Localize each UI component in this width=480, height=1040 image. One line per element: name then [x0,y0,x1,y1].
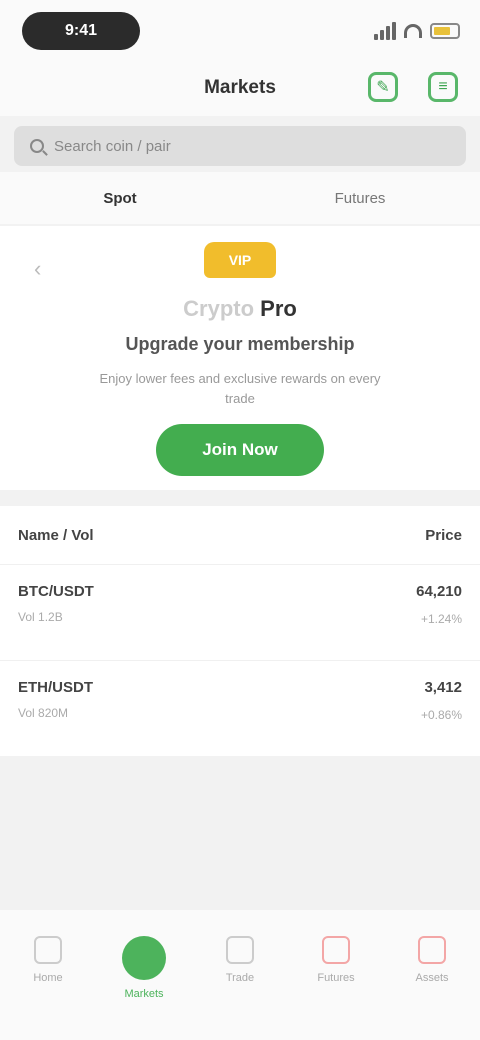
column-name[interactable]: Name / Vol [18,527,94,544]
wifi-icon [404,24,422,38]
filter-icon[interactable]: ≡ [428,72,458,102]
join-button[interactable]: Join Now [156,424,324,476]
chevron-left-icon[interactable]: ‹ [34,256,41,282]
nav-label: Home [33,972,63,984]
page-title: Markets [204,77,276,98]
promo-brand-prefix: Crypto [183,296,255,321]
edit-icon[interactable]: ✎ [368,72,398,102]
nav-markets[interactable]: Markets [108,936,180,1000]
promo-subtitle: Enjoy lower fees and exclusive rewards o… [99,371,381,406]
pair-volume: Vol 1.2B [18,610,63,624]
table-row[interactable]: ETH/USDT Vol 820M 3,412 +0.86% [0,660,480,756]
search-placeholder: Search coin / pair [54,137,171,155]
nav-label: Trade [225,972,255,984]
nav-label: Assets [415,972,449,984]
status-bar: 9:41 [0,0,480,60]
trade-icon [226,936,254,964]
header: Markets ✎ ≡ [0,60,480,116]
nav-label: Markets [124,988,164,1000]
pair-change: +0.86% [420,708,462,722]
tab-spot[interactable]: Spot [0,172,240,224]
search-icon [30,139,44,153]
promo-brand-suffix: Pro [260,296,297,321]
nav-assets[interactable]: Assets [396,936,468,984]
promo-card: ‹ VIP Crypto Pro Upgrade your membership… [0,226,480,490]
pair-name: BTC/USDT [18,583,94,600]
pair-volume: Vol 820M [18,706,69,720]
nav-home[interactable]: Home [12,936,84,984]
nav-futures[interactable]: Futures [300,936,372,984]
status-icons [374,20,460,42]
home-icon [34,936,62,964]
pair-change: +1.24% [420,612,462,626]
search-input[interactable]: Search coin / pair [14,126,466,166]
vip-badge-icon: VIP [204,242,276,278]
signal-icon [374,22,396,40]
wallet-icon [418,936,446,964]
futures-icon [322,936,350,964]
status-time: 9:41 [22,12,140,50]
markets-icon [122,936,166,980]
list-header: Name / Vol Price [0,506,480,564]
nav-trade[interactable]: Trade [204,936,276,984]
promo-title: Upgrade your membership [125,334,355,354]
header-actions: ✎ ≡ [368,72,458,102]
column-price[interactable]: Price [425,527,462,544]
pair-price: 64,210 [416,583,462,600]
promo-brand: Crypto Pro [183,296,297,322]
market-list: Name / Vol Price BTC/USDT Vol 1.2B 64,21… [0,506,480,756]
nav-label: Futures [317,972,355,984]
pair-name: ETH/USDT [18,679,93,696]
bottom-nav: Home Markets Trade Futures Assets [0,910,480,1040]
tab-bar: Spot Futures [0,172,480,224]
pair-price: 3,412 [424,679,462,696]
tab-futures[interactable]: Futures [240,172,480,224]
battery-icon [430,23,460,39]
table-row[interactable]: BTC/USDT Vol 1.2B 64,210 +1.24% [0,564,480,660]
